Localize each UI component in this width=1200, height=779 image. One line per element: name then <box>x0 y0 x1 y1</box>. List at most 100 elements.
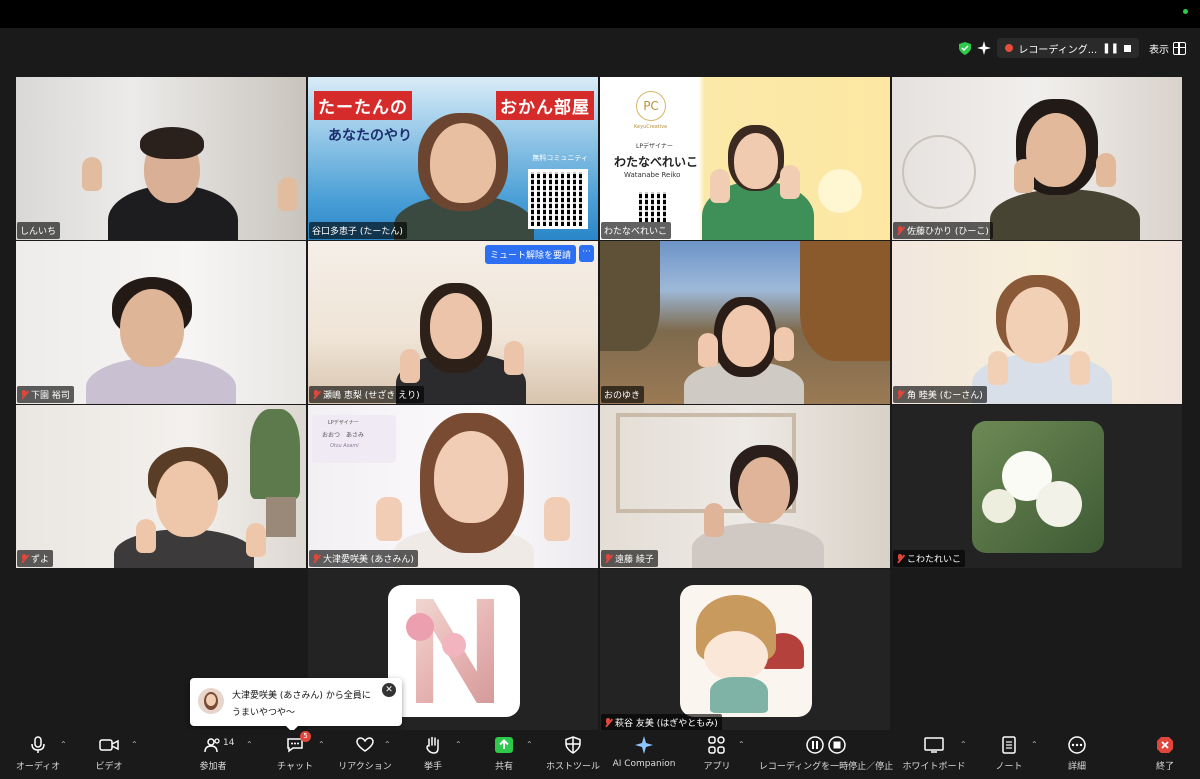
muted-mic-icon <box>604 718 612 727</box>
chat-notification[interactable]: 大津愛咲美 (あさみん) から全員に うまいやつや〜 ✕ <box>190 678 402 732</box>
participant-name-tag: おのゆき <box>601 386 645 403</box>
more-button[interactable]: 詳細 <box>1042 736 1112 772</box>
peace-sign-right <box>278 177 298 211</box>
recording-label: レコーディング... <box>1018 44 1098 56</box>
chat-label: チャット <box>277 762 313 772</box>
plant-decoration <box>250 409 300 499</box>
whiteboard-label: ホワイトボード <box>902 762 966 772</box>
video-tile-endo[interactable]: 遠藤 綾子 <box>600 405 890 568</box>
video-tile-zuyo[interactable]: ずよ <box>16 405 306 568</box>
participant-face <box>734 133 778 189</box>
banner-title-right: おかん部屋 <box>496 91 594 120</box>
character-face <box>704 631 768 681</box>
view-label: 表示 <box>1149 44 1169 56</box>
participant-name: 大津愛咲美 (あさみん) <box>323 555 414 565</box>
rose-decoration <box>442 633 466 657</box>
share-screen-icon <box>494 736 514 754</box>
stop-recording-icon[interactable] <box>1124 44 1131 52</box>
video-tile-sezaki[interactable]: ミュート解除を要請 ··· 瀬嶋 恵梨 (せざき えり) <box>308 241 598 404</box>
whiteboard-options-caret-icon[interactable]: ⌃ <box>960 740 967 749</box>
video-tile-watanabe[interactable]: PC KeyuCreative LPデザイナー わたなべれいこ Watanabe… <box>600 77 890 240</box>
participant-name-tag: 遠藤 綾子 <box>601 550 658 567</box>
recording-control-button[interactable]: レコーディングを一時停止／停止 <box>758 736 894 772</box>
video-tile-sato[interactable]: 佐藤ひかり (ひーこ) <box>892 77 1182 240</box>
share-options-caret-icon[interactable]: ⌃ <box>526 740 533 749</box>
participant-name: おのゆき <box>604 391 641 401</box>
video-label: ビデオ <box>95 762 123 772</box>
ai-sparkle-icon[interactable] <box>977 41 992 55</box>
peace-sign-right <box>780 165 800 199</box>
participants-icon: 14 <box>203 736 234 754</box>
peace-sign-left <box>376 497 402 541</box>
video-tile-otsu[interactable]: LPデザイナー おおつ あさみ Otsu Asami 大津愛咲美 (あさみん) <box>308 405 598 568</box>
participant-name: しんいち <box>20 227 57 237</box>
whiteboard-button[interactable]: ホワイトボード <box>899 736 969 772</box>
video-tile-hagiya[interactable]: 萩谷 友美 (はぎやともみ) <box>600 569 890 732</box>
tile-more-options-button[interactable]: ··· <box>579 245 594 262</box>
peace-sign-left <box>82 157 102 191</box>
notes-label: ノート <box>995 762 1023 772</box>
flower-decoration <box>982 489 1016 523</box>
reactions-label: リアクション <box>338 762 392 772</box>
participant-face <box>1006 287 1068 363</box>
participants-options-caret-icon[interactable]: ⌃ <box>246 740 253 749</box>
share-label: 共有 <box>494 762 513 772</box>
video-options-caret-icon[interactable]: ⌃ <box>131 740 138 749</box>
participants-label: 参加者 <box>199 762 227 772</box>
header-roman: Watanabe Reiko <box>624 171 681 179</box>
peace-sign-left <box>710 169 730 203</box>
participant-face <box>120 289 184 367</box>
plant-pot <box>266 497 296 537</box>
character-body <box>710 677 768 713</box>
video-tile-kowata[interactable]: こわたれいこ <box>892 405 1182 568</box>
host-tools-button[interactable]: ホストツール <box>538 736 608 772</box>
whiteboard-icon <box>924 736 944 754</box>
participant-name: 谷口多恵子 (たーたん) <box>312 227 403 237</box>
participants-count: 14 <box>223 738 235 748</box>
muted-mic-icon <box>312 390 320 399</box>
peace-sign-right <box>774 327 794 361</box>
raise-hand-options-caret-icon[interactable]: ⌃ <box>455 740 462 749</box>
pause-recording-icon[interactable]: ❚❚ <box>1102 43 1119 54</box>
chat-sender: 大津愛咲美 (あさみん) から全員に <box>232 691 371 701</box>
title-bar <box>0 0 1200 28</box>
participants-button[interactable]: 14 参加者 <box>178 736 248 772</box>
qr-code <box>528 169 588 229</box>
video-tile-sumi[interactable]: 角 睦美 (むーさん) <box>892 241 1182 404</box>
apps-label: アプリ <box>703 762 731 772</box>
video-tile-taniguchi[interactable]: たーたんの おかん部屋 あなたのやり を支える 無料コミュニティ 谷口多恵子 (… <box>308 77 598 240</box>
view-button[interactable]: 表示 <box>1145 39 1190 58</box>
close-icon[interactable]: ✕ <box>382 683 396 697</box>
video-tile-onoyuki[interactable]: おのゆき <box>600 241 890 404</box>
recording-indicator[interactable]: レコーディング... ❚❚ <box>997 38 1139 58</box>
peace-sign-left <box>988 351 1008 385</box>
participant-name: ずよ <box>31 555 50 565</box>
ask-to-unmute-button[interactable]: ミュート解除を要請 <box>484 245 576 264</box>
participant-name-tag: 谷口多恵子 (たーたん) <box>309 222 407 239</box>
pause-stop-recording-icon <box>806 736 846 754</box>
muted-mic-icon <box>312 554 320 563</box>
participant-hair <box>140 127 204 159</box>
raise-hand-label: 挙手 <box>423 762 442 772</box>
notes-options-caret-icon[interactable]: ⌃ <box>1031 740 1038 749</box>
apps-options-caret-icon[interactable]: ⌃ <box>738 740 745 749</box>
chat-options-caret-icon[interactable]: ⌃ <box>318 740 325 749</box>
video-tile-shinichi[interactable]: しんいち <box>16 77 306 240</box>
participant-name-tag: 萩谷 友美 (はぎやともみ) <box>601 714 722 731</box>
tree-left <box>600 241 660 351</box>
audio-options-caret-icon[interactable]: ⌃ <box>60 740 67 749</box>
participant-face <box>1026 113 1086 187</box>
muted-mic-icon <box>20 554 28 563</box>
chat-bubble-icon: 5 <box>285 731 311 754</box>
encryption-shield-icon[interactable] <box>959 41 972 55</box>
end-meeting-button[interactable]: 終了 <box>1130 736 1200 772</box>
raise-hand-icon <box>423 736 443 754</box>
ai-companion-button[interactable]: AI Companion <box>609 736 679 769</box>
chat-message: うまいやつや〜 <box>232 708 296 718</box>
video-camera-icon <box>99 736 119 754</box>
reactions-options-caret-icon[interactable]: ⌃ <box>384 740 391 749</box>
community-label: 無料コミュニティ <box>532 154 588 162</box>
video-tile-shimozono[interactable]: 下園 裕司 <box>16 241 306 404</box>
meeting-top-controls: レコーディング... ❚❚ 表示 <box>959 38 1190 58</box>
participant-name-tag: ずよ <box>17 550 54 567</box>
